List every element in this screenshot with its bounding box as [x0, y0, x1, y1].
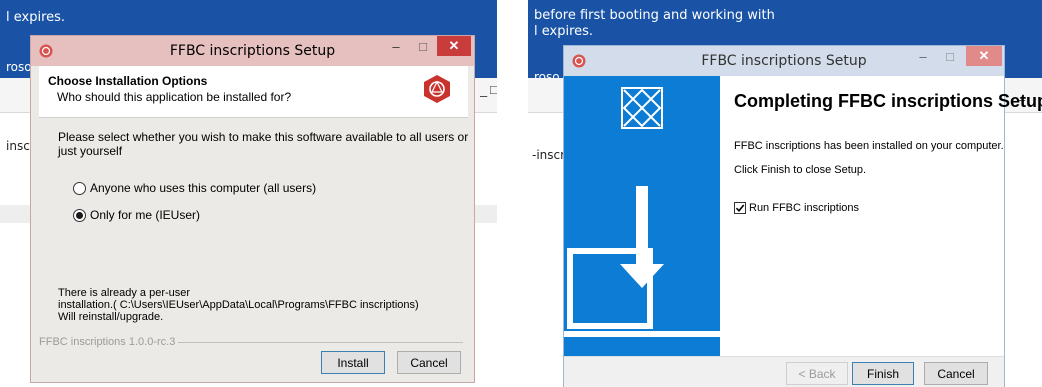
side-graphic-panel	[554, 76, 720, 356]
background-notice-text: l expires.	[534, 24, 594, 39]
brand-version: FFBC inscriptions 1.0.0-rc.3	[39, 336, 176, 348]
notice-line: Will reinstall/upgrade.	[58, 311, 164, 323]
minimize-button[interactable]: –	[911, 46, 935, 66]
radio-button[interactable]	[73, 208, 86, 222]
install-button[interactable]: Install	[321, 351, 385, 374]
background-maximize-icon: □	[490, 82, 497, 97]
option-all-users[interactable]: Anyone who uses this computer (all users…	[73, 181, 316, 195]
button-bar: < Back Finish Cancel	[564, 356, 1004, 387]
header-panel: Choose Installation Options Who should t…	[39, 66, 468, 118]
run-app-option[interactable]: Run FFBC inscriptions	[734, 202, 859, 214]
radio-button[interactable]	[73, 181, 86, 195]
close-button[interactable]: ✕	[437, 36, 471, 56]
cancel-button[interactable]: Cancel	[924, 362, 988, 385]
run-app-label: Run FFBC inscriptions	[749, 202, 860, 214]
title-bar: FFBC inscriptions Setup – □ ✕	[31, 36, 474, 66]
installer-logo-icon	[424, 75, 450, 103]
installed-text: FFBC inscriptions has been installed on …	[734, 140, 1004, 152]
background-notice-text: l expires.	[6, 10, 66, 25]
setup-dialog-completing: FFBC inscriptions Setup – □ ✕ Completing…	[554, 45, 1042, 387]
maximize-button[interactable]: □	[938, 46, 962, 66]
option-only-me[interactable]: Only for me (IEUser)	[73, 208, 200, 222]
completion-content: Completing FFBC inscriptions Setup FFBC …	[720, 76, 1042, 356]
finish-hint-text: Click Finish to close Setup.	[734, 164, 867, 176]
maximize-button[interactable]: □	[411, 36, 435, 56]
brand-divider	[178, 342, 463, 343]
background-notice-text: before first booting and working with	[534, 8, 775, 23]
option-label: Anyone who uses this computer (all users…	[90, 181, 317, 195]
completion-heading: Completing FFBC inscriptions Setup	[734, 91, 1042, 111]
background-minimize-icon: –	[480, 88, 488, 103]
close-button[interactable]: ✕	[966, 46, 1002, 66]
background-cut-text: roso	[6, 60, 32, 74]
checkmark-icon	[735, 204, 745, 213]
back-button[interactable]: < Back	[786, 362, 848, 385]
finish-button[interactable]: Finish	[852, 362, 914, 385]
radio-selected-dot	[76, 211, 83, 219]
right-screenshot: before first booting and working with l …	[528, 0, 1042, 387]
prompt-text: Please select whether you wish to make t…	[58, 130, 469, 158]
left-screenshot: l expires. roso inscri – □ FFBC inscript…	[0, 0, 497, 387]
install-download-icon	[554, 87, 720, 337]
existing-install-notice: There is already a per-user installation…	[58, 287, 419, 323]
option-label: Only for me (IEUser)	[90, 208, 201, 222]
minimize-button[interactable]: –	[384, 36, 408, 56]
header-subtitle: Who should this application be installed…	[57, 90, 292, 104]
notice-line: installation.( C:\Users\IEUser\AppData\L…	[58, 299, 419, 311]
setup-dialog-install-options: FFBC inscriptions Setup – □ ✕ Choose Ins…	[30, 35, 475, 383]
notice-line: There is already a per-user	[58, 287, 191, 299]
header-title: Choose Installation Options	[48, 74, 208, 88]
title-bar: FFBC inscriptions Setup – □ ✕	[564, 46, 1004, 76]
run-app-checkbox[interactable]	[734, 202, 746, 214]
cancel-button[interactable]: Cancel	[397, 351, 461, 374]
